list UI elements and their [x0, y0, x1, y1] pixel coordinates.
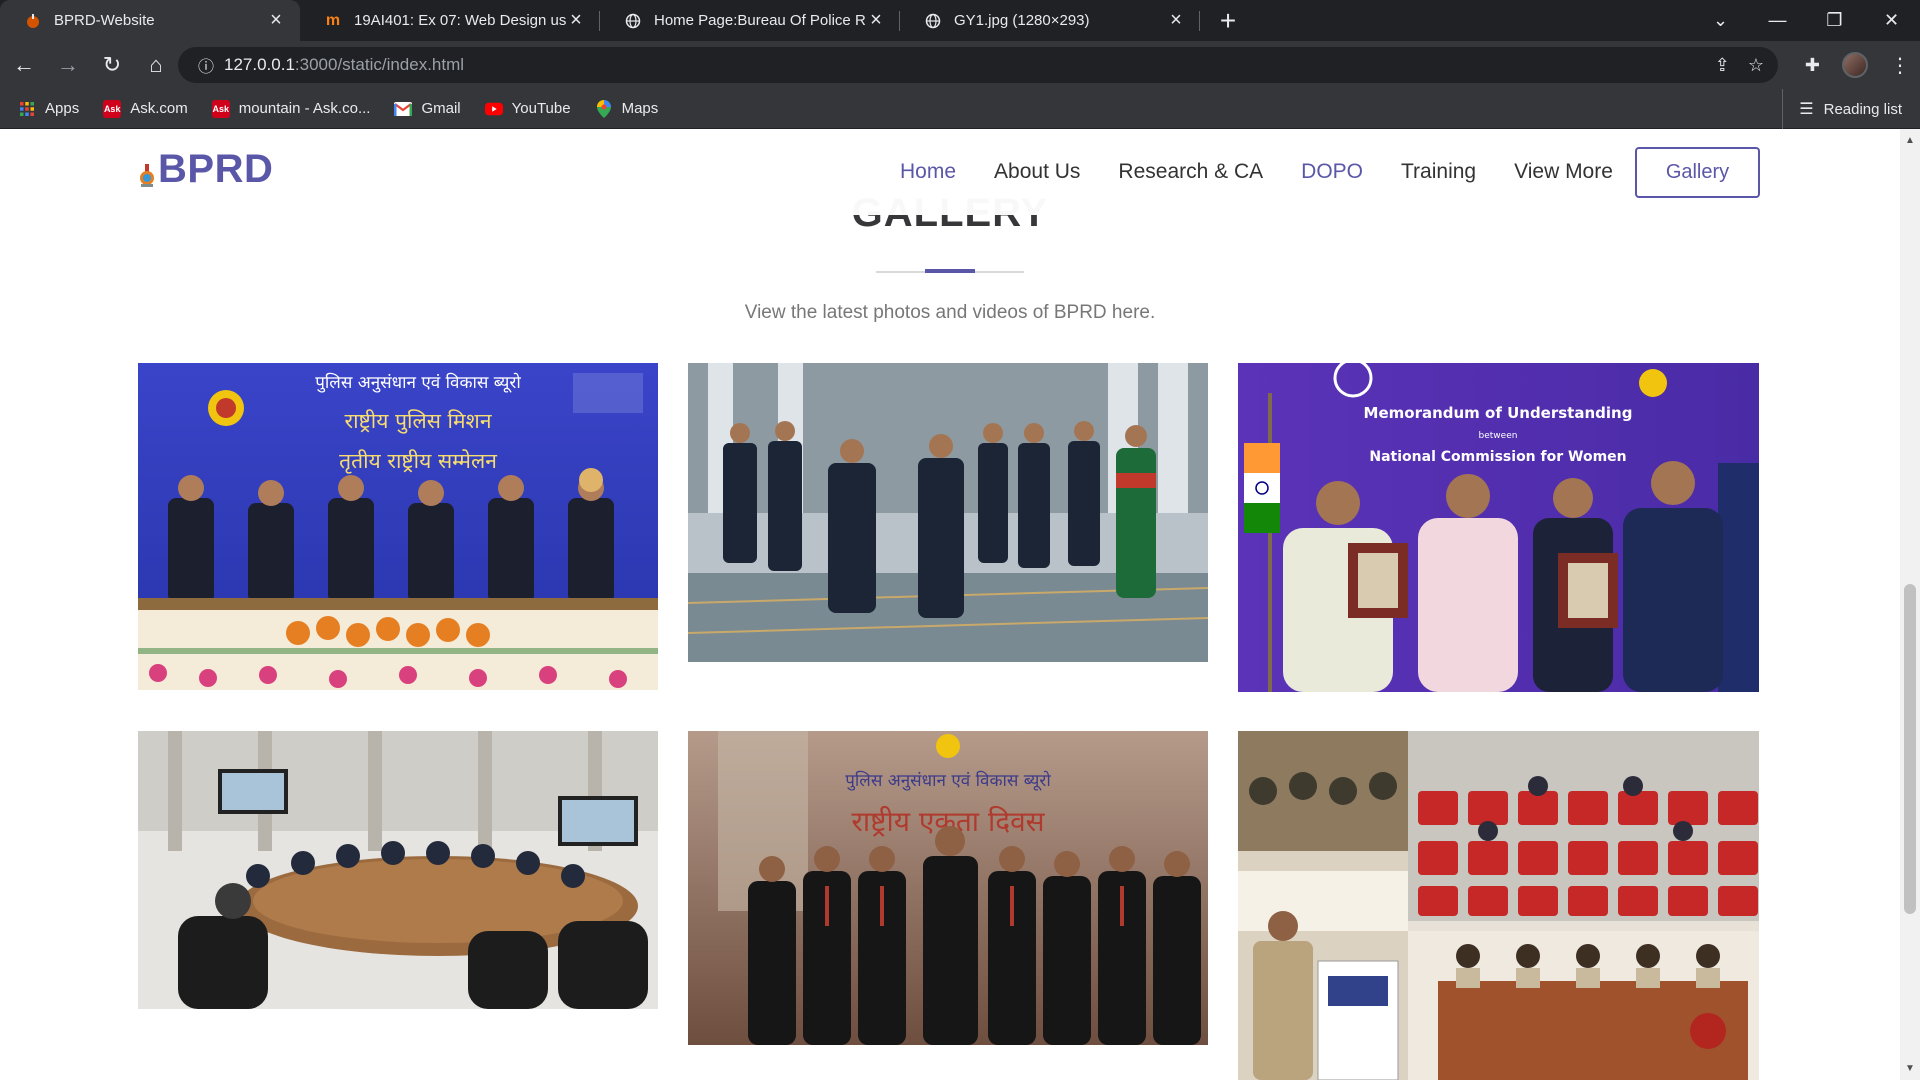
maps-icon — [595, 99, 613, 118]
gallery-button[interactable]: Gallery — [1635, 147, 1760, 198]
minimize-icon[interactable]: — — [1749, 0, 1806, 41]
gallery-photo-auditorium[interactable] — [1238, 731, 1759, 1080]
url-path: :3000/static/index.html — [294, 55, 465, 74]
tab-close-icon[interactable]: × — [1166, 9, 1186, 32]
toolbar-right: ✚ ⋮ — [1805, 45, 1910, 85]
close-window-icon[interactable]: ✕ — [1863, 0, 1920, 41]
browser-toolbar: ← → ↻ ⌂ ⓘ 127.0.0.1:3000/static/index.ht… — [0, 41, 1920, 89]
window-controls: ⌄ — ❐ ✕ — [1692, 0, 1920, 41]
bookmark-label: Maps — [621, 100, 659, 117]
gallery-photo-conference[interactable]: पुलिस अनुसंधान एवं विकास ब्यूरो राष्ट्री… — [138, 363, 658, 690]
gmail-icon — [394, 100, 413, 118]
share-icon[interactable]: ⇪ — [1715, 55, 1730, 76]
reading-list-label: Reading list — [1823, 100, 1902, 118]
main-nav: Home About Us Research & CA DOPO Trainin… — [900, 129, 1651, 215]
menu-kebab-icon[interactable]: ⋮ — [1890, 53, 1910, 78]
nav-view-more[interactable]: View More — [1514, 160, 1613, 184]
forward-arrow-icon[interactable]: → — [48, 45, 88, 85]
new-tab-plus-icon[interactable]: + — [1206, 0, 1250, 41]
reload-icon[interactable]: ↻ — [92, 45, 132, 85]
bookmark-youtube[interactable]: YouTube — [484, 100, 571, 118]
gallery-section-subtitle: View the latest photos and videos of BPR… — [744, 302, 1156, 323]
profile-avatar[interactable] — [1842, 52, 1868, 78]
tab-close-icon[interactable]: × — [566, 9, 586, 32]
section-divider — [876, 269, 1024, 273]
tab-title: BPRD-Website — [54, 12, 155, 29]
nav-home[interactable]: Home — [900, 160, 956, 184]
nav-training[interactable]: Training — [1401, 160, 1476, 184]
browser-tab-strip: BPRD-Website × m 19AI401: Ex 07: Web Des… — [0, 0, 1920, 41]
bookmark-label: Gmail — [421, 100, 461, 117]
tab-separator — [1199, 11, 1200, 31]
banner-caption: तृतीय राष्ट्रीय सम्मेलन — [339, 449, 497, 474]
apps-grid-icon — [18, 100, 36, 118]
bprd-favicon-icon — [24, 12, 42, 30]
bookmark-label: YouTube — [511, 100, 571, 117]
bookmark-apps[interactable]: Apps — [18, 100, 79, 118]
globe-icon — [624, 12, 642, 30]
banner-subheading: between — [1479, 431, 1518, 441]
tab-gy1-jpg[interactable]: GY1.jpg (1280×293) × — [900, 0, 1200, 41]
site-info-icon[interactable]: ⓘ — [188, 53, 224, 77]
address-url: 127.0.0.1:3000/static/index.html — [224, 55, 464, 75]
bprd-emblem-icon — [140, 163, 154, 187]
page-scrollbar[interactable]: ▲ ▼ — [1900, 129, 1920, 1080]
bookmarks-bar: Apps Ask Ask.com Ask mountain - Ask.co..… — [0, 89, 1920, 129]
address-bar[interactable]: ⓘ 127.0.0.1:3000/static/index.html ⇪ ☆ — [178, 47, 1778, 83]
omnibox-actions: ⇪ ☆ — [1715, 47, 1764, 83]
banner-caption: National Commission for Women — [1369, 449, 1626, 465]
tab-close-icon[interactable]: × — [866, 9, 886, 32]
globe-icon — [924, 12, 942, 30]
banner-heading: पुलिस अनुसंधान एवं विकास ब्यूरो — [315, 372, 521, 393]
tab-bprd-website[interactable]: BPRD-Website × — [0, 0, 300, 41]
scroll-up-arrow-icon[interactable]: ▲ — [1905, 135, 1915, 146]
back-arrow-icon[interactable]: ← — [4, 45, 44, 85]
youtube-icon — [484, 100, 503, 118]
home-icon[interactable]: ⌂ — [136, 45, 176, 85]
banner-heading: पुलिस अनुसंधान एवं विकास ब्यूरो — [845, 770, 1051, 791]
tab-ex07-web-design[interactable]: m 19AI401: Ex 07: Web Design using × — [300, 0, 600, 41]
reading-list-button[interactable]: ☰ Reading list — [1782, 89, 1902, 129]
site-header: BPRD Home About Us Research & CA DOPO Tr… — [0, 129, 1900, 215]
url-host: 127.0.0.1 — [224, 55, 295, 74]
bookmark-label: mountain - Ask.co... — [238, 100, 371, 117]
gallery-photo-handshake[interactable] — [688, 363, 1208, 662]
gallery-photo-meeting-room[interactable] — [138, 731, 658, 1009]
logo-text: BPRD — [158, 147, 274, 191]
bookmark-maps[interactable]: Maps — [595, 99, 659, 118]
ask-icon: Ask — [211, 99, 230, 118]
page-viewport: BPRD Home About Us Research & CA DOPO Tr… — [0, 129, 1900, 1080]
reading-list-icon: ☰ — [1799, 101, 1814, 118]
bookmark-mountain-ask[interactable]: Ask mountain - Ask.co... — [211, 99, 371, 118]
extensions-puzzle-icon[interactable]: ✚ — [1805, 55, 1820, 76]
nav-about-us[interactable]: About Us — [994, 160, 1080, 184]
tab-title: GY1.jpg (1280×293) — [954, 12, 1090, 29]
tab-title: 19AI401: Ex 07: Web Design using — [354, 12, 566, 29]
bookmark-label: Ask.com — [130, 100, 188, 117]
bookmark-ask[interactable]: Ask Ask.com — [103, 99, 188, 118]
bookmark-gmail[interactable]: Gmail — [394, 100, 461, 118]
ask-icon: Ask — [103, 99, 122, 118]
scrollbar-thumb[interactable] — [1904, 584, 1916, 914]
banner-heading: Memorandum of Understanding — [1364, 404, 1633, 422]
tab-close-icon[interactable]: × — [266, 9, 286, 32]
site-logo[interactable]: BPRD — [138, 147, 273, 192]
tab-home-page-bureau[interactable]: Home Page:Bureau Of Police Res × — [600, 0, 900, 41]
tab-search-chevron-icon[interactable]: ⌄ — [1692, 0, 1749, 41]
nav-dopo[interactable]: DOPO — [1301, 160, 1363, 184]
banner-subheading: राष्ट्रीय पुलिस मिशन — [345, 409, 492, 434]
bookmark-label: Apps — [45, 100, 80, 117]
scroll-down-arrow-icon[interactable]: ▼ — [1905, 1063, 1915, 1074]
bookmark-star-icon[interactable]: ☆ — [1748, 55, 1764, 76]
gallery-photo-mou-signing[interactable]: Memorandum of Understanding between Nati… — [1238, 363, 1759, 692]
tab-title: Home Page:Bureau Of Police Res — [654, 12, 866, 29]
nav-research-ca[interactable]: Research & CA — [1118, 160, 1263, 184]
section-divider-accent — [925, 269, 975, 273]
moodle-favicon-icon: m — [325, 11, 341, 29]
restore-icon[interactable]: ❐ — [1806, 0, 1863, 41]
gallery-photo-unity-day[interactable]: पुलिस अनुसंधान एवं विकास ब्यूरो राष्ट्री… — [688, 731, 1208, 1045]
